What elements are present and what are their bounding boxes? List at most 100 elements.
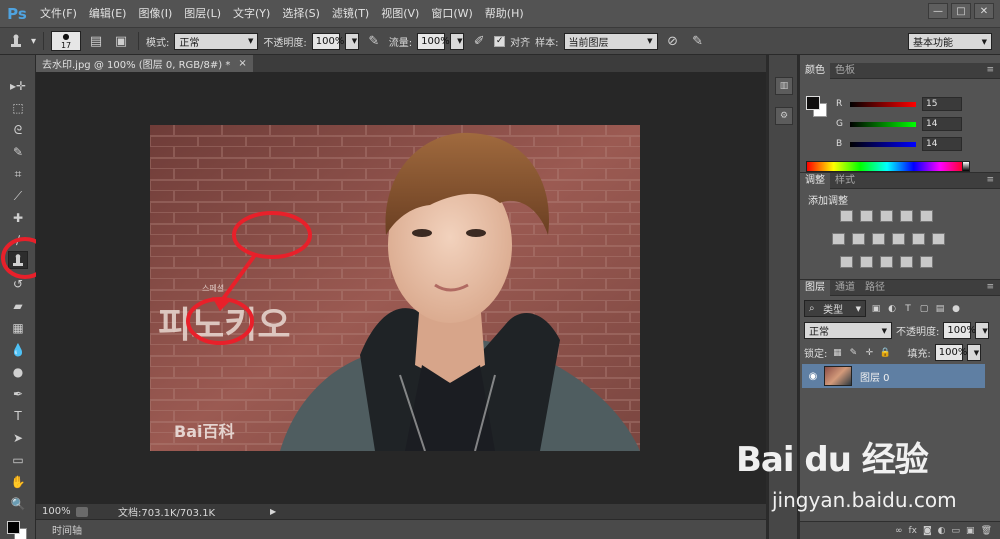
posterize-icon[interactable] [860, 256, 873, 268]
quick-select-tool-icon[interactable]: ✎ [8, 143, 28, 161]
workspace-select[interactable]: 基本功能 ▼ [908, 33, 992, 50]
pressure-opacity-icon[interactable]: ✎ [364, 31, 384, 51]
blue-slider[interactable] [850, 141, 916, 147]
menu-type[interactable]: 文字(Y) [227, 0, 276, 27]
tab-swatches[interactable]: 色板 [830, 63, 860, 79]
link-layers-icon[interactable]: ∞ [895, 526, 903, 536]
blend-mode-select[interactable]: 正常 ▼ [804, 322, 892, 339]
panel-menu-icon[interactable]: ≡ [986, 175, 994, 185]
brush-panel-icon[interactable]: ▤ [86, 31, 106, 51]
vibrance-icon[interactable] [920, 210, 933, 222]
restore-button[interactable]: □ [951, 3, 971, 19]
pen-tool-icon[interactable]: ✒ [8, 385, 28, 403]
blue-value[interactable]: 14 [922, 137, 962, 151]
document-image[interactable]: 피노키오 스페셜 Bai百科 [150, 125, 640, 451]
clone-stamp-preset-icon[interactable] [6, 31, 26, 51]
sample-select[interactable]: 当前图层 ▼ [563, 32, 658, 50]
exposure-icon[interactable] [900, 210, 913, 222]
tab-styles[interactable]: 样式 [830, 173, 860, 189]
gradient-map-icon[interactable] [920, 256, 933, 268]
type-filter-icon[interactable]: T [902, 303, 914, 315]
flow-dropdown[interactable]: ▼ [450, 32, 465, 50]
lock-position-icon[interactable]: ✛ [863, 347, 875, 359]
properties-panel-icon[interactable]: ⚙ [775, 107, 793, 125]
hue-saturation-icon[interactable] [832, 233, 845, 245]
red-slider[interactable] [850, 101, 916, 107]
type-tool-icon[interactable]: T [8, 407, 28, 425]
crop-tool-icon[interactable]: ⌗ [8, 165, 28, 183]
document-tab[interactable]: 去水印.jpg @ 100% (图层 0, RGB/8#) * × [36, 55, 253, 72]
tab-channels[interactable]: 通道 [830, 280, 860, 296]
brightness-icon[interactable] [840, 210, 853, 222]
timeline-label[interactable]: 时间轴 [52, 522, 82, 537]
pressure-size-icon[interactable]: ✎ [688, 31, 708, 51]
levels-icon[interactable] [860, 210, 873, 222]
delete-layer-icon[interactable]: 🗑 [981, 526, 992, 536]
kind-filter-select[interactable]: ⌕ 类型 ▼ [804, 300, 866, 317]
red-value[interactable]: 15 [922, 97, 962, 111]
history-panel-icon[interactable]: ▥ [775, 77, 793, 95]
green-value[interactable]: 14 [922, 117, 962, 131]
new-adjustment-icon[interactable]: ◐ [938, 526, 946, 536]
new-layer-icon[interactable]: ▣ [966, 526, 975, 536]
layer-name[interactable]: 图层 0 [860, 369, 890, 384]
layer-opacity-dropdown[interactable]: ▼ [975, 322, 990, 339]
fill-dropdown[interactable]: ▼ [966, 344, 981, 361]
add-mask-icon[interactable]: ◙ [923, 526, 932, 536]
layer-row[interactable]: ◉ 图层 0 [802, 364, 985, 388]
fill-input[interactable]: 100% [934, 344, 967, 361]
airbrush-icon[interactable]: ✐ [469, 31, 489, 51]
tab-adjustments[interactable]: 调整 [800, 172, 830, 189]
channel-mixer-icon[interactable] [912, 233, 925, 245]
photo-filter-icon[interactable] [892, 233, 905, 245]
lock-transparent-icon[interactable]: ▦ [831, 347, 843, 359]
close-button[interactable]: ✕ [974, 3, 994, 19]
menu-file[interactable]: 文件(F) [34, 0, 83, 27]
layer-style-icon[interactable]: fx [908, 526, 917, 536]
color-balance-icon[interactable] [852, 233, 865, 245]
black-white-icon[interactable] [872, 233, 885, 245]
visibility-eye-icon[interactable]: ◉ [802, 371, 824, 382]
preset-dropdown-arrow[interactable]: ▾ [31, 36, 36, 47]
menu-image[interactable]: 图像(I) [132, 0, 178, 27]
gradient-tool-icon[interactable]: ▦ [8, 319, 28, 337]
status-info-icon[interactable] [76, 506, 88, 517]
selective-color-icon[interactable] [900, 256, 913, 268]
tab-paths[interactable]: 路径 [860, 280, 890, 296]
color-spectrum[interactable] [806, 161, 968, 172]
canvas-area[interactable]: 피노키오 스페셜 Bai百科 [36, 72, 766, 504]
brush-size-picker[interactable]: ● 17 [51, 31, 82, 51]
lasso-tool-icon[interactable]: ᘓ [8, 121, 28, 139]
menu-view[interactable]: 视图(V) [375, 0, 425, 27]
healing-brush-tool-icon[interactable]: ✚ [8, 209, 28, 227]
shape-tool-icon[interactable]: ▭ [8, 451, 28, 469]
path-select-tool-icon[interactable]: ➤ [8, 429, 28, 447]
adjustment-filter-icon[interactable]: ◐ [886, 303, 898, 315]
tab-color[interactable]: 颜色 [800, 62, 830, 79]
threshold-icon[interactable] [880, 256, 893, 268]
invert-icon[interactable] [840, 256, 853, 268]
close-tab-icon[interactable]: × [238, 58, 246, 69]
filter-toggle-icon[interactable]: ● [950, 303, 962, 315]
marquee-tool-icon[interactable]: ⬚ [8, 99, 28, 117]
zoom-tool-icon[interactable]: 🔍 [8, 495, 28, 513]
lock-image-icon[interactable]: ✎ [847, 347, 859, 359]
move-tool-icon[interactable]: ▸✛ [8, 77, 28, 95]
color-lookup-icon[interactable] [932, 233, 945, 245]
smart-object-filter-icon[interactable]: ▤ [934, 303, 946, 315]
blur-tool-icon[interactable]: 💧 [8, 341, 28, 359]
foreground-color-swatch[interactable] [7, 521, 20, 534]
foreground-color[interactable] [806, 96, 820, 110]
opacity-dropdown[interactable]: ▼ [344, 32, 359, 50]
menu-edit[interactable]: 编辑(E) [83, 0, 133, 27]
eraser-tool-icon[interactable]: ▰ [8, 297, 28, 315]
pixel-filter-icon[interactable]: ▣ [870, 303, 882, 315]
opacity-input[interactable]: 100% [311, 32, 344, 50]
menu-window[interactable]: 窗口(W) [425, 0, 478, 27]
menu-help[interactable]: 帮助(H) [479, 0, 530, 27]
minimize-button[interactable]: — [928, 3, 948, 19]
status-menu-arrow-icon[interactable]: ▶ [270, 507, 276, 516]
clone-source-panel-icon[interactable]: ▣ [111, 31, 131, 51]
flow-input[interactable]: 100% [417, 32, 450, 50]
lock-all-icon[interactable]: 🔒 [879, 347, 891, 359]
